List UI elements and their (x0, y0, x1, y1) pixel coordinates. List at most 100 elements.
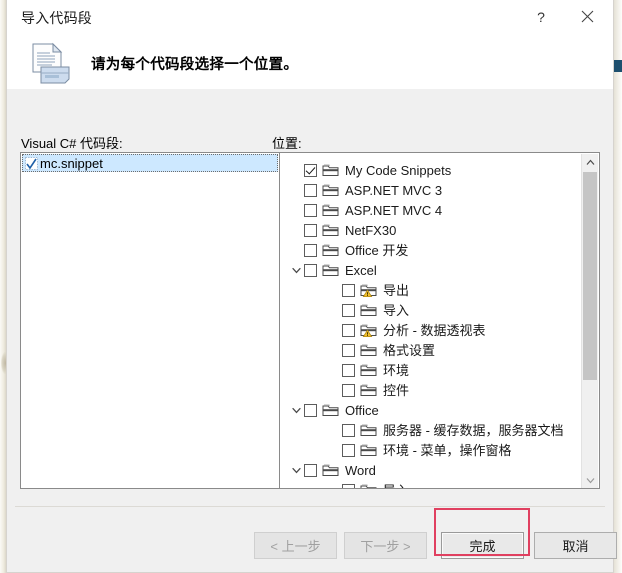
folder-icon (322, 463, 339, 477)
tree-item-label: Office (345, 402, 379, 418)
tree-expander-placeholder (288, 180, 304, 200)
help-button[interactable]: ? (519, 0, 563, 33)
snippet-checkbox-icon[interactable] (25, 156, 38, 170)
tree-item[interactable]: 导入 (280, 480, 583, 488)
tree-item-checkbox[interactable] (342, 483, 355, 488)
tree-item[interactable]: 格式设置 (280, 340, 583, 360)
tree-item-checkbox[interactable] (342, 363, 355, 377)
tree-item-checkbox[interactable] (304, 463, 317, 477)
dialog-header: 请为每个代码段选择一个位置。 (7, 33, 613, 122)
tree-item[interactable]: Excel (280, 260, 583, 280)
list-item-label: mc.snippet (40, 155, 103, 171)
cancel-button[interactable]: 取消 (534, 532, 617, 559)
tree-item[interactable]: NetFX30 (280, 220, 583, 240)
folder-icon (360, 303, 377, 317)
dialog-body: Visual C# 代码段: 位置: mc.snippet My Code Sn… (7, 89, 613, 506)
tree-item[interactable]: ASP.NET MVC 3 (280, 180, 583, 200)
back-button[interactable]: < 上一步 (254, 532, 337, 559)
folder-icon (322, 263, 339, 277)
folder-icon (322, 203, 339, 217)
tree-expander-placeholder (288, 200, 304, 220)
finish-button[interactable]: 完成 (441, 532, 524, 559)
tree-item-checkbox[interactable] (304, 243, 317, 257)
tree-expander-placeholder (326, 380, 342, 400)
tree-item-checkbox[interactable] (342, 303, 355, 317)
tree-item-label: 导入 (383, 484, 409, 489)
chevron-down-icon[interactable] (288, 460, 304, 480)
tree-item-label: 服务器 - 缓存数据，服务器文档 (383, 422, 564, 438)
tree-item[interactable]: 服务器 - 缓存数据，服务器文档 (280, 420, 583, 440)
snippet-list[interactable]: mc.snippet (20, 152, 280, 489)
tree-expander-placeholder (326, 280, 342, 300)
tree-item-checkbox[interactable] (304, 263, 317, 277)
close-button[interactable] (565, 0, 609, 33)
tree-expander-placeholder (288, 220, 304, 240)
tree-item[interactable]: ASP.NET MVC 4 (280, 200, 583, 220)
tree-vertical-scrollbar[interactable] (581, 154, 598, 488)
folder-warning-icon (360, 323, 377, 337)
folder-icon (322, 183, 339, 197)
dialog-footer: < 上一步 下一步 > 完成 取消 (7, 506, 617, 572)
tree-item-label: Word (345, 462, 376, 478)
tree-expander-placeholder (326, 440, 342, 460)
tree-item-checkbox[interactable] (342, 323, 355, 337)
folder-icon (322, 403, 339, 417)
tree-item-checkbox[interactable] (342, 383, 355, 397)
folder-warning-icon (360, 483, 377, 488)
tree-expander-placeholder (326, 480, 342, 488)
screen: 导入代码段 ? 请为每个代码段选择一个位置。 Visual C# 代码段: 位置… (0, 0, 622, 573)
tree-item[interactable]: Word (280, 460, 583, 480)
tree-item-label: ASP.NET MVC 4 (345, 202, 443, 218)
tree-expander-placeholder (288, 240, 304, 260)
folder-icon (322, 223, 339, 237)
tree-item-label: 分析 - 数据透视表 (383, 322, 486, 338)
folder-icon (322, 243, 339, 257)
tree-item-checkbox[interactable] (304, 403, 317, 417)
tree-item-label: NetFX30 (345, 222, 397, 238)
tree-expander-placeholder (326, 420, 342, 440)
window-title: 导入代码段 (21, 10, 92, 26)
location-tree[interactable]: My Code Snippets ASP.NET MVC 3 ASP.NET MVC… (279, 152, 600, 489)
folder-warning-icon (360, 283, 377, 297)
tree-item-checkbox[interactable] (304, 183, 317, 197)
tree-item[interactable]: 控件 (280, 380, 583, 400)
folder-icon (322, 163, 339, 177)
tree-item-label: Office 开发 (345, 242, 409, 258)
folder-icon (360, 443, 377, 457)
tree-item-label: 环境 - 菜单，操作窗格 (383, 442, 512, 458)
tree-item-checkbox[interactable] (304, 223, 317, 237)
tree-item[interactable]: Office (280, 400, 583, 420)
folder-icon (360, 343, 377, 357)
tree-item[interactable]: My Code Snippets (280, 160, 583, 180)
tree-item-checkbox[interactable] (342, 343, 355, 357)
next-button[interactable]: 下一步 > (344, 532, 427, 559)
import-snippet-dialog: 导入代码段 ? 请为每个代码段选择一个位置。 Visual C# 代码段: 位置… (6, 0, 617, 573)
tree-item-label: 导出 (383, 282, 410, 298)
tree-item-checkbox[interactable] (342, 423, 355, 437)
tree-item[interactable]: 环境 - 菜单，操作窗格 (280, 440, 583, 460)
scrollbar-thumb[interactable] (583, 172, 597, 380)
tree-item-label: 控件 (383, 382, 410, 398)
tree-item-checkbox[interactable] (342, 443, 355, 457)
dialog-instruction: 请为每个代码段选择一个位置。 (91, 57, 299, 73)
tree-item-checkbox[interactable] (304, 203, 317, 217)
tree-item[interactable]: 分析 - 数据透视表 (280, 320, 583, 340)
tree-item[interactable]: 导出 (280, 280, 583, 300)
tree-item-checkbox[interactable] (304, 163, 317, 177)
tree-item[interactable]: Office 开发 (280, 240, 583, 260)
footer-divider (15, 506, 605, 507)
tree-item[interactable]: 环境 (280, 360, 583, 380)
tree-item-label: 格式设置 (383, 342, 436, 358)
tree-expander-placeholder (326, 360, 342, 380)
tree-item-checkbox[interactable] (342, 283, 355, 297)
chevron-down-icon[interactable] (288, 400, 304, 420)
close-icon (581, 10, 594, 23)
list-item[interactable]: mc.snippet (22, 154, 278, 172)
scroll-up-arrow-icon[interactable] (582, 154, 598, 171)
tree-item[interactable]: 导入 (280, 300, 583, 320)
scroll-down-arrow-icon[interactable] (582, 472, 598, 488)
tree-item-label: My Code Snippets (345, 162, 452, 178)
chevron-down-icon[interactable] (288, 260, 304, 280)
location-tree-rows[interactable]: My Code Snippets ASP.NET MVC 3 ASP.NET MVC… (280, 153, 583, 488)
tree-expander-placeholder (326, 300, 342, 320)
